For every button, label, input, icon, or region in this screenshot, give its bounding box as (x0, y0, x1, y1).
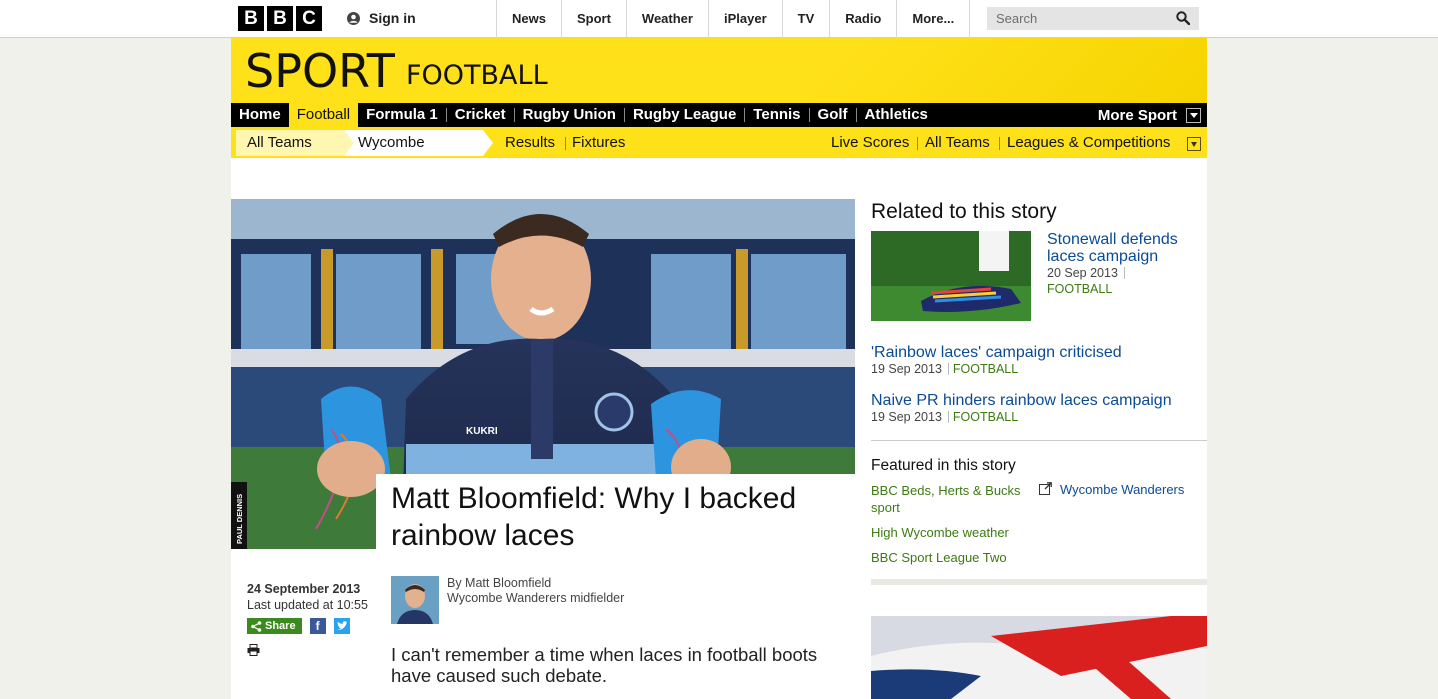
global-nav-news[interactable]: News (496, 0, 561, 38)
bbc-logo-letter: C (296, 6, 322, 31)
sport-nav-formula-1[interactable]: Formula 1 (358, 103, 446, 127)
nav-divider (917, 137, 918, 150)
featured-link[interactable]: High Wycombe weather (871, 524, 1009, 541)
sport-nav-golf[interactable]: Golf (810, 103, 856, 127)
chevron-down-icon[interactable] (1187, 137, 1201, 151)
share-tools: Share f (247, 618, 350, 634)
share-button[interactable]: Share (247, 618, 302, 634)
sign-in-label: Sign in (369, 10, 416, 26)
bbc-logo-letter: B (267, 6, 293, 31)
external-link-icon (1039, 482, 1052, 495)
more-sport-label: More Sport (1097, 106, 1177, 124)
subnav-fixtures[interactable]: Fixtures (572, 130, 625, 156)
author-name: By Matt Bloomfield (447, 576, 552, 590)
global-nav-iplayer[interactable]: iPlayer (707, 0, 782, 38)
breadcrumb-label: All Teams (247, 134, 312, 151)
facebook-icon[interactable]: f (309, 618, 326, 634)
external-team-link[interactable]: Wycombe Wanderers (1060, 482, 1184, 497)
related-story-meta: 19 Sep 2013 FOOTBALL (871, 409, 1018, 425)
sport-nav-home[interactable]: Home (231, 103, 289, 127)
related-story-section[interactable]: FOOTBALL (953, 410, 1018, 424)
sport-nav-athletics[interactable]: Athletics (857, 103, 936, 127)
article-headline: Matt Bloomfield: Why I backed rainbow la… (391, 482, 797, 552)
bbc-top-bar: B B C Sign in News Sport Weather iPlayer… (0, 0, 1438, 38)
photo-credit-label: PAUL DENNIS (235, 494, 244, 544)
share-label: Share (265, 620, 296, 632)
global-nav-weather[interactable]: Weather (625, 0, 708, 38)
related-story-section[interactable]: FOOTBALL (1047, 282, 1112, 296)
meta-divider (947, 411, 949, 423)
related-story-link[interactable]: 'Rainbow laces' campaign criticised (871, 344, 1122, 361)
global-nav-radio[interactable]: Radio (829, 0, 896, 38)
related-story-thumbnail[interactable] (871, 231, 1031, 321)
football-sub-nav: Wycombe Wanderers All Teams Results Fixt… (231, 127, 1207, 177)
related-story-date: 20 Sep 2013 (1047, 266, 1118, 280)
chevron-down-icon (1186, 107, 1201, 123)
nav-divider (565, 137, 566, 150)
more-sport-menu[interactable]: More Sport (1098, 103, 1207, 127)
publish-date: 24 September 2013 (247, 582, 361, 596)
author-byline: By Matt Bloomfield Wycombe Wanderers mid… (447, 576, 624, 606)
breadcrumb-all-teams[interactable]: All Teams (236, 130, 354, 156)
subnav-all-teams[interactable]: All Teams (925, 130, 990, 156)
related-story-date: 19 Sep 2013 (871, 362, 942, 376)
related-story-date: 19 Sep 2013 (871, 410, 942, 424)
sport-masthead: SPORT FOOTBALL (231, 38, 1207, 103)
search-icon[interactable] (1176, 11, 1190, 25)
bbc-logo-letter: B (238, 6, 264, 31)
user-icon (347, 11, 360, 25)
featured-link[interactable]: BBC Beds, Herts & Bucks sport (871, 482, 1031, 516)
divider (871, 579, 1207, 585)
global-nav-sport[interactable]: Sport (560, 0, 626, 38)
subnav-leagues-competitions[interactable]: Leagues & Competitions (1007, 130, 1170, 156)
sign-in-link[interactable]: Sign in (347, 10, 416, 26)
related-story-section[interactable]: FOOTBALL (953, 362, 1018, 376)
sport-nav-football[interactable]: Football (288, 103, 359, 127)
sport-nav-rugby-union[interactable]: Rugby Union (515, 103, 624, 127)
related-story-link[interactable]: Stonewall defends laces campaign (1047, 231, 1207, 265)
related-story-meta: 20 Sep 2013 FOOTBALL (1047, 265, 1129, 297)
share-icon (251, 620, 262, 632)
svg-text:KUKRI: KUKRI (466, 426, 498, 437)
related-stories-heading: Related to this story (871, 200, 1057, 223)
related-story-meta: 19 Sep 2013 FOOTBALL (871, 361, 1018, 377)
section-title[interactable]: FOOTBALL (406, 60, 548, 91)
sport-nav-tennis[interactable]: Tennis (745, 103, 808, 127)
photo-credit: PAUL DENNIS (235, 494, 244, 544)
divider (871, 440, 1207, 441)
bbc-logo[interactable]: B B C (238, 6, 322, 31)
article-date: 24 September 2013 Last updated at 10:55 (247, 581, 368, 613)
subnav-results[interactable]: Results (505, 130, 555, 156)
print-icon[interactable] (247, 644, 260, 656)
featured-heading: Featured in this story (871, 457, 1016, 474)
global-nav-more[interactable]: More... (896, 0, 971, 38)
featured-link[interactable]: BBC Sport League Two (871, 549, 1007, 566)
meta-divider (947, 363, 949, 375)
last-updated: Last updated at 10:55 (247, 598, 368, 612)
author-role: Wycombe Wanderers midfielder (447, 591, 625, 605)
nav-divider (999, 137, 1000, 150)
sport-nav-rugby-league[interactable]: Rugby League (625, 103, 744, 127)
search-box (987, 7, 1199, 30)
sport-title[interactable]: SPORT (245, 44, 395, 98)
meta-divider (1123, 267, 1125, 279)
sport-nav-cricket[interactable]: Cricket (447, 103, 514, 127)
global-nav: News Sport Weather iPlayer TV Radio More… (496, 0, 971, 38)
related-story-link[interactable]: Naive PR hinders rainbow laces campaign (871, 392, 1172, 409)
twitter-icon[interactable] (333, 618, 350, 634)
sport-nav: Home Football Formula 1 Cricket Rugby Un… (231, 103, 1207, 127)
global-nav-tv[interactable]: TV (781, 0, 830, 38)
subnav-live-scores[interactable]: Live Scores (831, 130, 909, 156)
search-input[interactable] (987, 7, 1167, 30)
article-intro: I can't remember a time when laces in fo… (391, 644, 818, 686)
promo-image[interactable] (871, 616, 1207, 699)
author-avatar (391, 576, 439, 624)
main-content: KUKRI PAUL DENNIS Matt Bloomfield: Why I… (231, 158, 1207, 699)
